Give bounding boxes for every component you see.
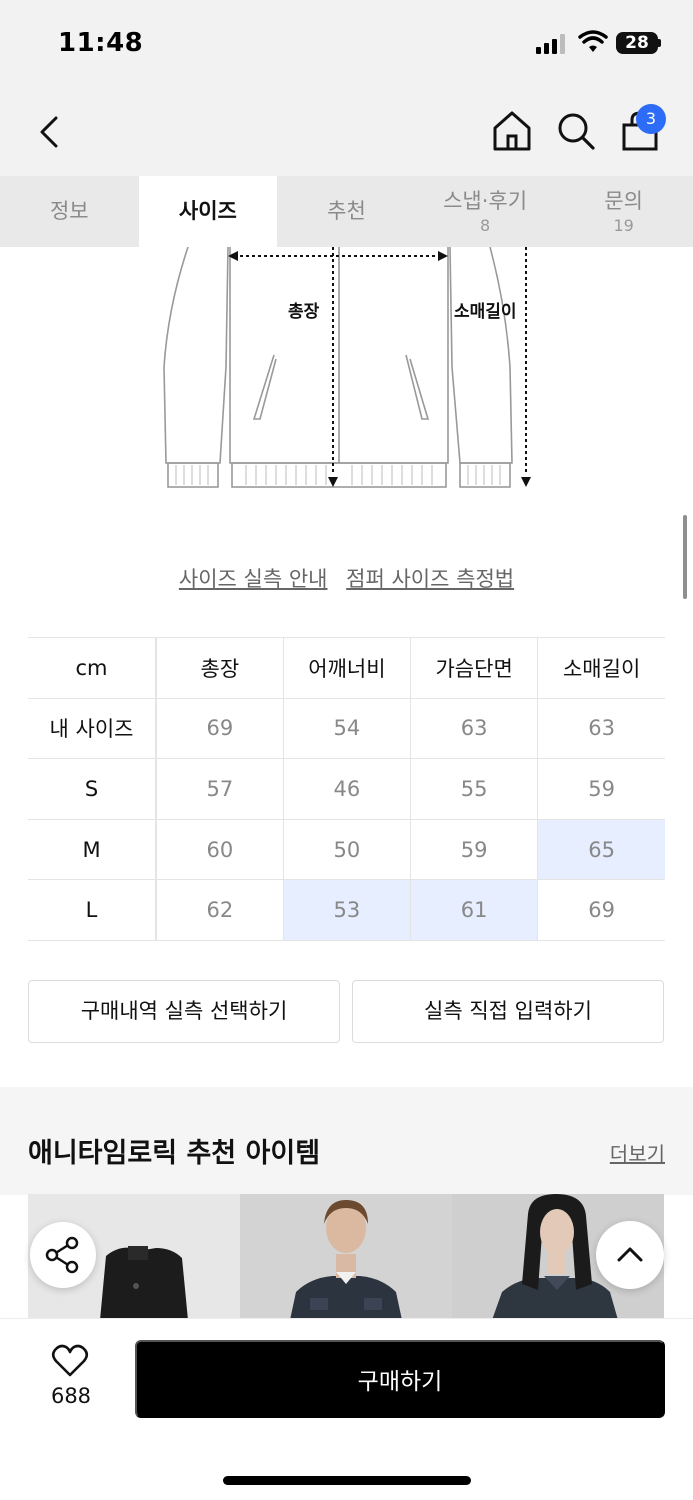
row-label: S (28, 758, 157, 820)
share-button[interactable] (30, 1222, 96, 1288)
cellular-signal-icon (536, 34, 565, 54)
table-cell: 69 (156, 698, 284, 760)
table-cell: 59 (410, 819, 539, 881)
row-label: L (28, 879, 157, 941)
tab-label: 문의 (604, 189, 643, 213)
row-label: 내 사이즈 (28, 698, 157, 760)
status-time: 11:48 (58, 28, 144, 58)
scrollbar[interactable] (683, 515, 687, 599)
battery-indicator: 28 (616, 32, 658, 54)
like-count: 688 (50, 1384, 92, 1408)
size-table: cm 총장 어깨너비 가슴단면 소매길이 내 사이즈 69 54 63 63 S… (28, 637, 665, 941)
recommend-title: 애니타임로릭 추천 아이템 (28, 1138, 321, 1169)
total-length-label: 총장 (288, 302, 320, 322)
tab-label: 추천 (327, 199, 366, 223)
table-cell: 63 (410, 698, 539, 760)
size-guide-link[interactable]: 사이즈 실측 안내 (179, 567, 328, 591)
table-header-cell: 가슴단면 (410, 637, 539, 699)
table-header-cell: cm (28, 637, 157, 699)
product-image (290, 1200, 402, 1320)
heart-icon[interactable] (51, 1343, 89, 1379)
table-cell: 55 (410, 758, 539, 820)
table-cell: 50 (283, 819, 412, 881)
home-indicator (223, 1476, 471, 1485)
share-icon (45, 1236, 79, 1274)
tab-size[interactable]: 사이즈 (138, 176, 278, 247)
table-cell-highlighted: 61 (410, 879, 539, 941)
cart-count-badge: 3 (636, 104, 666, 134)
table-cell: 46 (283, 758, 412, 820)
chevron-up-icon (617, 1247, 643, 1262)
table-row: 내 사이즈 69 54 63 63 (28, 698, 665, 760)
buy-button[interactable]: 구매하기 (135, 1340, 665, 1418)
home-icon[interactable] (490, 108, 534, 154)
tab-label: 스냅·후기 (443, 189, 528, 213)
size-guide-links: 사이즈 실측 안내 점퍼 사이즈 측정법 (0, 563, 693, 593)
tab-inquiry[interactable]: 문의 19 (554, 176, 693, 247)
search-icon[interactable] (554, 108, 598, 154)
table-cell: 60 (156, 819, 284, 881)
jacket-size-diagram: 총장 소매길이 (163, 247, 531, 488)
sleeve-length-label: 소매길이 (454, 302, 517, 322)
table-cell: 69 (537, 879, 665, 941)
table-cell: 54 (283, 698, 412, 760)
wifi-icon (578, 30, 608, 52)
tab-count: 19 (613, 216, 634, 235)
measure-method-link[interactable]: 점퍼 사이즈 측정법 (346, 567, 514, 591)
table-cell: 63 (537, 698, 665, 760)
table-cell: 62 (156, 879, 284, 941)
product-card[interactable] (240, 1194, 452, 1320)
table-row: M 60 50 59 65 (28, 819, 665, 881)
more-link[interactable]: 더보기 (610, 1138, 665, 1167)
table-header-cell: 어깨너비 (283, 637, 412, 699)
battery-nub (658, 39, 661, 47)
direct-input-button[interactable]: 실측 직접 입력하기 (352, 980, 664, 1043)
table-header-cell: 총장 (156, 637, 284, 699)
tab-label: 정보 (49, 199, 89, 223)
detail-tabs: 정보 사이즈 추천 스냅·후기 8 문의 19 (0, 176, 693, 247)
scroll-to-top-button[interactable] (596, 1221, 664, 1289)
table-cell: 57 (156, 758, 284, 820)
tab-count: 8 (479, 216, 491, 235)
recommend-product-list (28, 1194, 693, 1320)
table-cell: 59 (537, 758, 665, 820)
row-label: M (28, 819, 157, 881)
back-arrow-icon[interactable] (30, 108, 70, 156)
tab-info[interactable]: 정보 (0, 176, 139, 247)
tab-snap-review[interactable]: 스냅·후기 8 (416, 176, 555, 247)
select-purchase-history-button[interactable]: 구매내역 실측 선택하기 (28, 980, 340, 1043)
table-row: S 57 46 55 59 (28, 758, 665, 820)
app-header (0, 90, 693, 176)
table-header-row: cm 총장 어깨너비 가슴단면 소매길이 (28, 637, 665, 699)
table-cell-highlighted: 65 (537, 819, 665, 881)
status-bar: 11:48 28 (0, 0, 693, 90)
table-header-cell: 소매길이 (537, 637, 665, 699)
table-cell-highlighted: 53 (283, 879, 412, 941)
tab-recommend[interactable]: 추천 (277, 176, 416, 247)
tab-label: 사이즈 (178, 199, 237, 223)
table-row: L 62 53 61 69 (28, 879, 665, 941)
